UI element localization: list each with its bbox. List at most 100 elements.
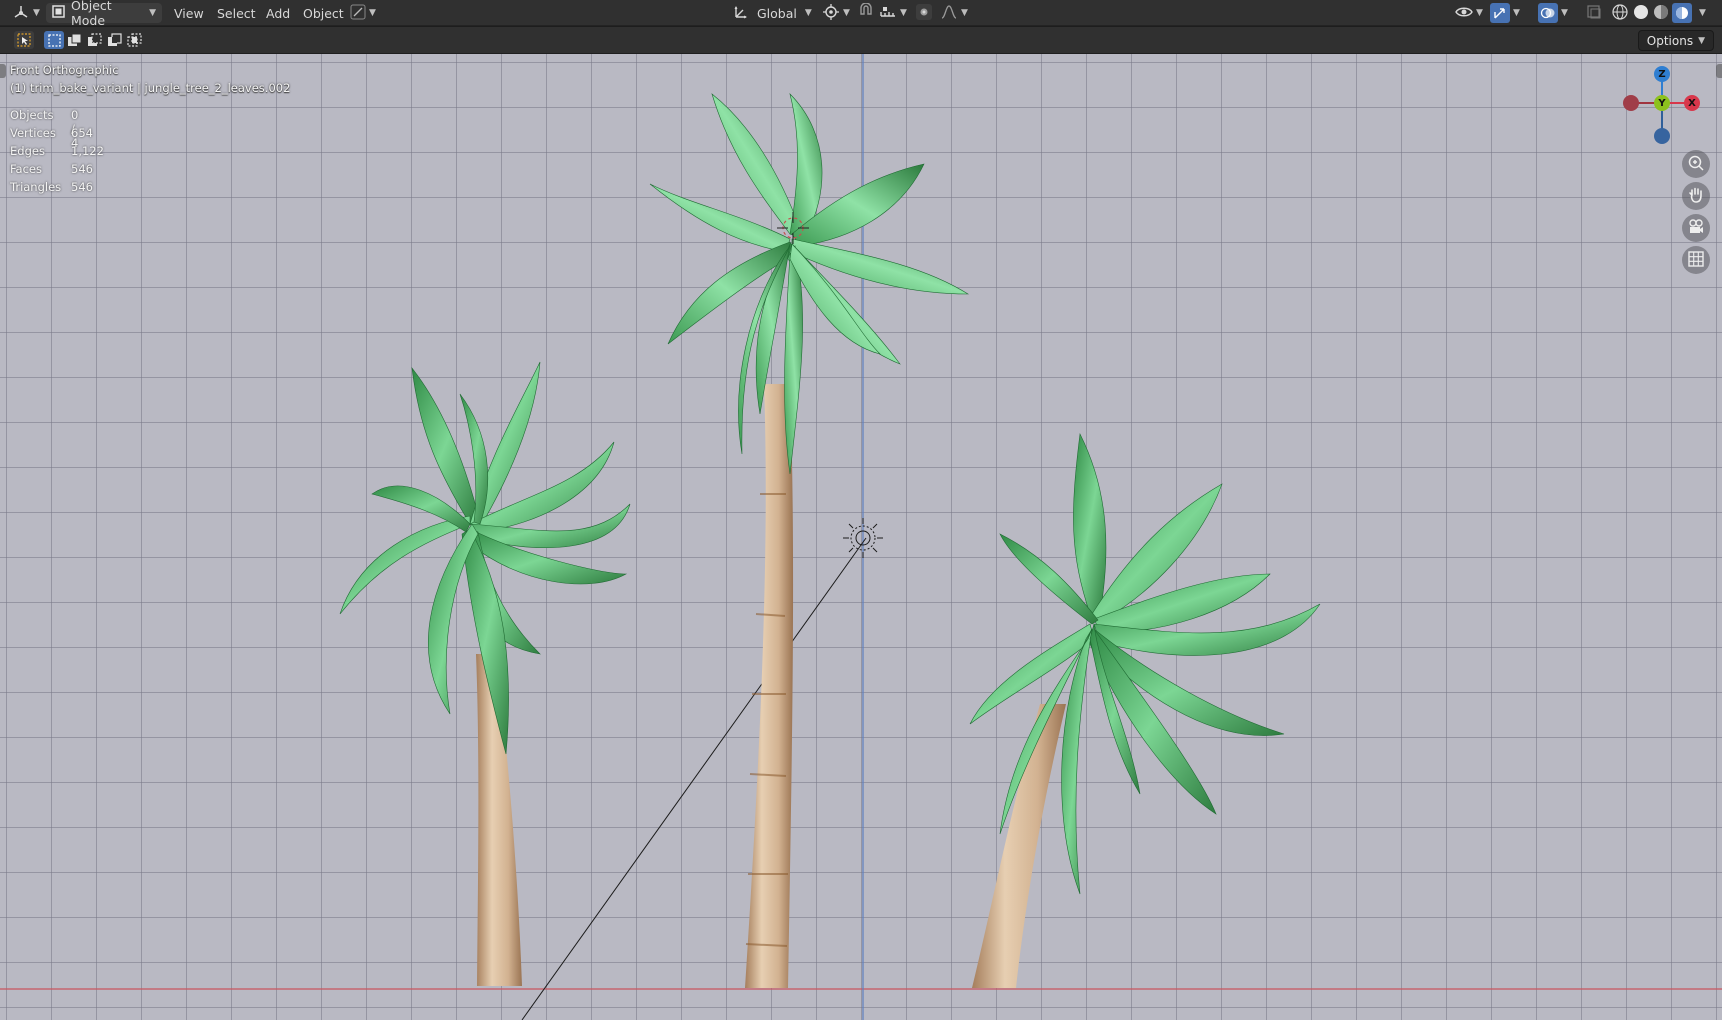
options-dropdown[interactable]: Options ▼ — [1637, 30, 1714, 51]
ortho-toggle-button[interactable] — [1682, 246, 1710, 274]
intersect-selection-icon — [127, 33, 142, 51]
gizmo-y-label: Y — [1658, 97, 1666, 109]
material-sphere-icon — [1652, 3, 1670, 24]
mode-subtract-button[interactable] — [84, 31, 104, 49]
mode-label: Object Mode — [71, 0, 112, 28]
pan-button[interactable] — [1682, 182, 1710, 210]
shading-material-button[interactable] — [1652, 3, 1670, 23]
stat-label: Faces — [10, 162, 42, 176]
chevron-down-icon: ▼ — [1476, 8, 1483, 18]
gizmo-z-axis[interactable]: Z — [1654, 66, 1670, 82]
gizmo-y-axis[interactable]: Y — [1654, 95, 1670, 111]
gizmo-toggle[interactable]: ▼ — [1490, 3, 1520, 23]
proportional-edit-toggle[interactable] — [915, 3, 933, 23]
chevron-down-icon: ▼ — [1699, 8, 1706, 18]
chevron-down-icon: ▼ — [843, 8, 850, 18]
viewport-header: ▼ Object Mode ▼ View Select Add Object ▼… — [0, 0, 1722, 28]
trunk — [972, 704, 1066, 988]
3d-viewport-icon — [12, 4, 30, 23]
options-label: Options — [1646, 33, 1694, 48]
trunk — [745, 384, 794, 988]
orientation-label: Global — [757, 5, 797, 21]
xray-toggle[interactable] — [1586, 3, 1602, 23]
light-direction-line — [521, 537, 867, 1020]
snap-toggle[interactable] — [857, 1, 875, 24]
scene-render — [0, 54, 1722, 1020]
menu-add[interactable]: Add — [266, 3, 290, 23]
select-box-cursor-icon — [17, 33, 31, 50]
camera-icon — [1687, 218, 1705, 239]
stat-label: Vertices — [10, 126, 56, 140]
shading-options-button[interactable]: ▼ — [1696, 3, 1706, 23]
navigation-gizmo[interactable]: Z Y X — [1612, 60, 1712, 160]
falloff-button[interactable]: ▼ — [940, 3, 968, 23]
rendered-sphere-icon — [1672, 3, 1692, 23]
chevron-down-icon: ▼ — [1698, 35, 1705, 46]
extend-selection-icon — [67, 33, 82, 51]
tool-header: Options ▼ — [0, 27, 1722, 54]
hand-pan-icon — [1687, 186, 1705, 207]
chevron-down-icon: ▼ — [1513, 8, 1520, 18]
menu-object[interactable]: Object — [303, 3, 344, 23]
shading-wireframe-button[interactable] — [1611, 3, 1629, 23]
stat-vertices: Vertices 654 — [10, 126, 93, 140]
chevron-down-icon: ▼ — [804, 8, 812, 18]
chevron-down-icon: ▼ — [900, 8, 907, 18]
stat-value: 1,122 — [71, 144, 104, 158]
wireframe-sphere-icon — [1611, 3, 1629, 24]
mode-intersect-button[interactable] — [124, 31, 144, 49]
gizmo-x-label: X — [1688, 97, 1696, 109]
gizmo-icon — [1490, 3, 1510, 23]
gizmo-x-axis[interactable]: X — [1684, 95, 1700, 111]
menu-select[interactable]: Select — [217, 3, 256, 23]
chevron-down-icon: ▼ — [1561, 8, 1568, 18]
menu-view[interactable]: View — [174, 3, 204, 23]
pivot-icon — [822, 3, 840, 24]
chevron-down-icon: ▼ — [33, 8, 40, 18]
magnet-icon — [857, 1, 875, 24]
stat-faces: Faces 546 — [10, 162, 93, 176]
pivot-point-button[interactable]: ▼ — [822, 3, 850, 23]
zoom-button[interactable] — [1682, 150, 1710, 178]
stat-value: 654 — [71, 126, 93, 140]
select-tool-button[interactable] — [14, 31, 34, 49]
xray-icon — [1586, 4, 1602, 23]
gpencil-button[interactable]: ▼ — [350, 3, 376, 23]
chevron-down-icon: ▼ — [149, 8, 156, 18]
mode-set-button[interactable] — [44, 31, 64, 49]
palm-tree-left — [339, 361, 631, 986]
difference-selection-icon — [107, 33, 122, 51]
overlays-toggle[interactable]: ▼ — [1538, 3, 1568, 23]
chevron-down-icon: ▼ — [961, 8, 968, 18]
proportional-edit-icon — [915, 3, 933, 24]
stat-edges: Edges 1,122 — [10, 144, 104, 158]
mode-difference-button[interactable] — [104, 31, 124, 49]
grid-ortho-icon — [1687, 250, 1705, 271]
stat-label: Triangles — [10, 180, 62, 194]
snap-target-button[interactable]: ▼ — [879, 3, 907, 23]
stat-label: Edges — [10, 144, 45, 158]
zoom-icon — [1687, 154, 1705, 175]
shading-rendered-button[interactable] — [1672, 3, 1692, 23]
right-region-toggle[interactable] — [1716, 64, 1722, 78]
left-region-toggle[interactable] — [0, 64, 6, 78]
view-name: Front Orthographic — [10, 63, 119, 77]
set-selection-icon — [48, 34, 61, 50]
editor-type-button[interactable]: ▼ — [12, 3, 40, 23]
mode-selector[interactable]: Object Mode ▼ — [46, 0, 162, 28]
stat-triangles: Triangles 546 — [10, 180, 93, 194]
camera-view-button[interactable] — [1682, 214, 1710, 242]
chevron-down-icon: ▼ — [369, 8, 376, 18]
overlays-icon — [1538, 3, 1558, 23]
orientation-icon — [733, 4, 749, 23]
visibility-button[interactable]: ▼ — [1455, 3, 1483, 23]
palm-tree-right — [969, 432, 1321, 988]
eye-icon — [1455, 4, 1473, 23]
falloff-curve-icon — [940, 4, 958, 23]
snap-increment-icon — [879, 4, 897, 23]
shading-solid-button[interactable] — [1632, 3, 1650, 23]
stroke-icon — [350, 4, 366, 23]
transform-orientation[interactable]: Global ▼ — [733, 3, 812, 23]
mode-extend-button[interactable] — [64, 31, 84, 49]
3d-viewport[interactable]: Front Orthographic (1) trim_bake_variant… — [0, 54, 1722, 1020]
